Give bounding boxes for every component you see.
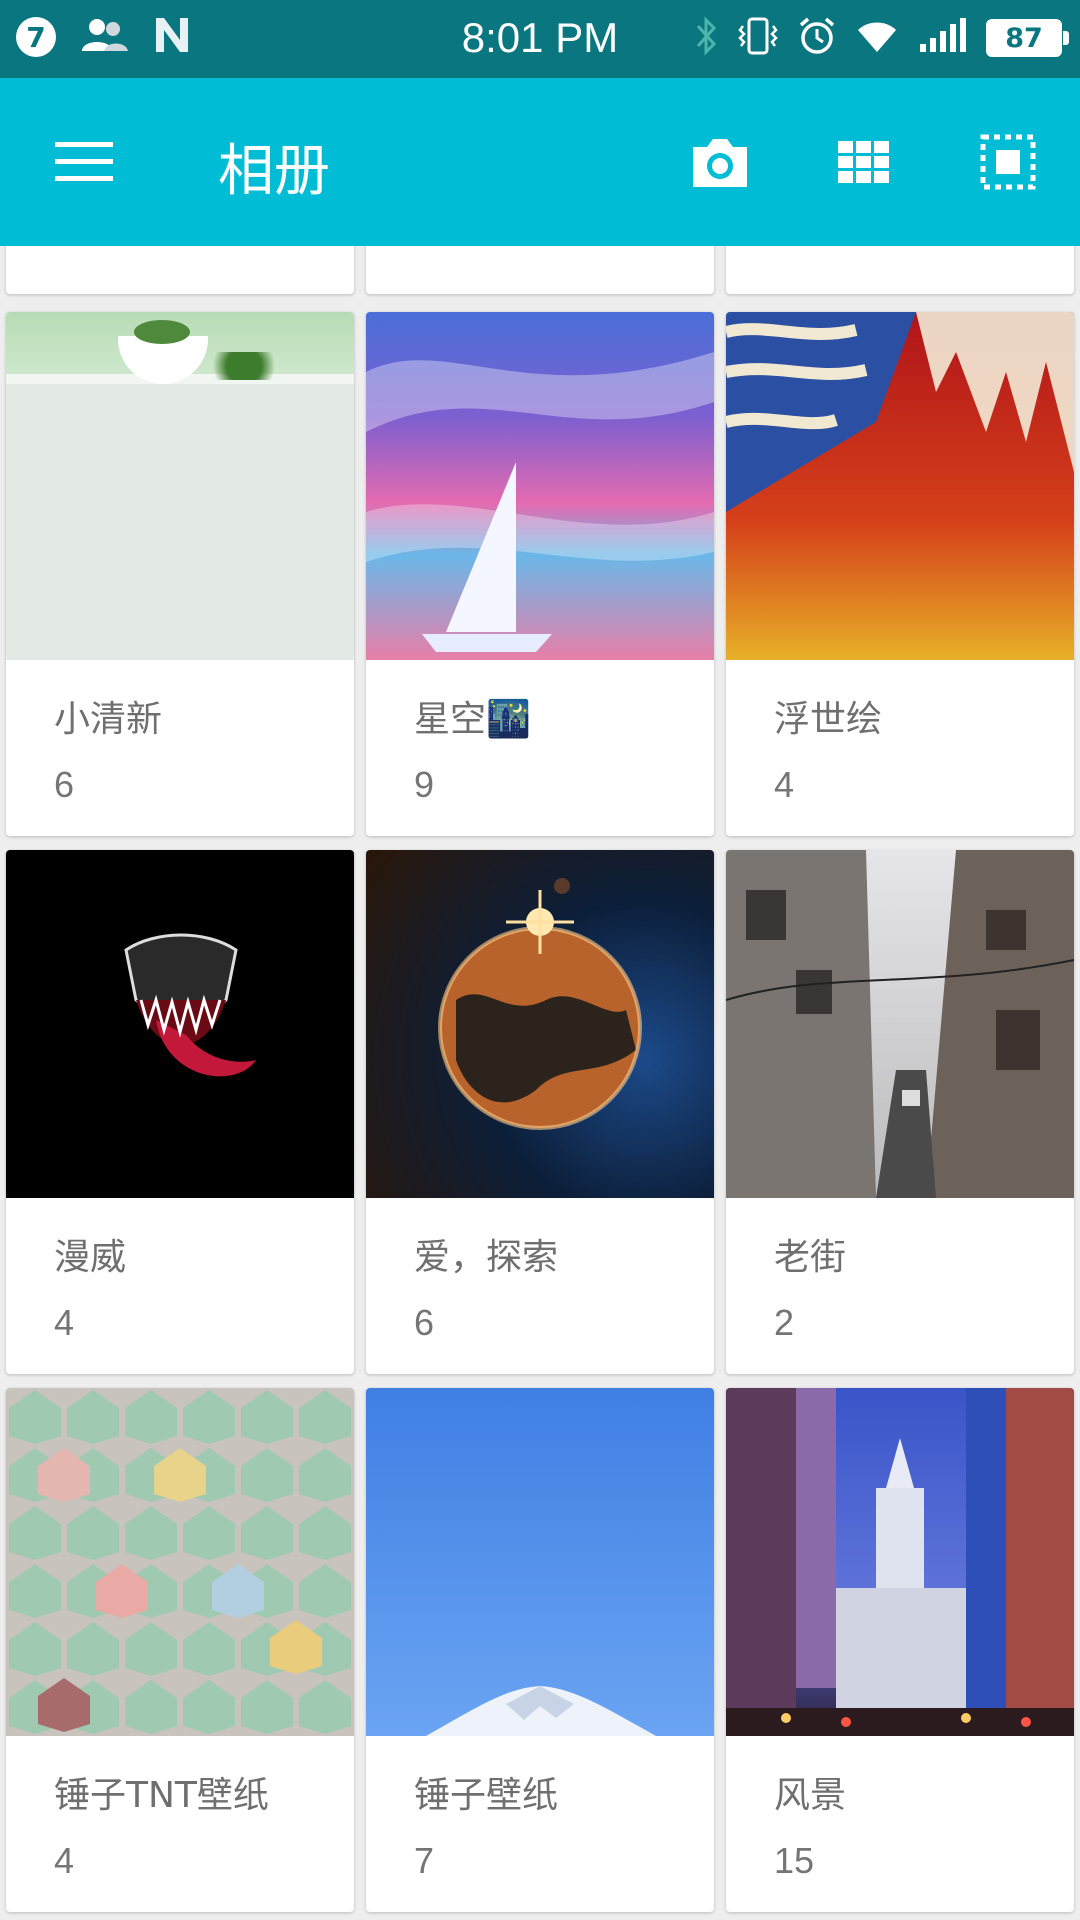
album-grid: 1 9 138 小清新 6 星空🌃 9 [0, 246, 1080, 1920]
album-card-partial[interactable]: 9 [366, 246, 714, 294]
album-card-partial[interactable]: 138 [726, 246, 1074, 294]
album-thumbnail [726, 850, 1074, 1198]
hamburger-menu-icon[interactable] [44, 122, 124, 202]
album-name: 风景 [774, 1775, 847, 1816]
album-count: 7 [414, 1840, 435, 1881]
album-count: 4 [774, 764, 795, 805]
album-count: 6 [414, 1302, 435, 1343]
grid-view-icon[interactable] [824, 122, 904, 202]
status-bar: 7 8:01 PM 87 [0, 0, 1080, 78]
album-thumbnail [726, 312, 1074, 660]
album-card[interactable]: 风景 15 [726, 1388, 1074, 1912]
album-card-partial[interactable]: 1 [6, 246, 354, 294]
album-thumbnail [366, 1388, 714, 1736]
album-name: 星空🌃 [414, 699, 531, 740]
album-name: 锤子TNT壁纸 [54, 1775, 269, 1816]
album-card[interactable]: 浮世绘 4 [726, 312, 1074, 836]
album-card[interactable]: 老街 2 [726, 850, 1074, 1374]
album-thumbnail [6, 850, 354, 1198]
album-name: 老街 [774, 1237, 847, 1278]
app-bar: 相册 [0, 78, 1080, 246]
album-thumbnail [6, 312, 354, 660]
signal-icon [918, 18, 966, 58]
wifi-icon [856, 18, 898, 58]
album-count: 4 [54, 1302, 75, 1343]
album-thumbnail [366, 850, 714, 1198]
vibrate-icon [738, 16, 778, 60]
album-count: 4 [54, 1840, 75, 1881]
album-name: 爱，探索 [414, 1237, 559, 1278]
select-all-icon[interactable] [968, 122, 1048, 202]
album-count: 6 [54, 764, 75, 805]
album-name: 小清新 [54, 699, 163, 740]
page-title: 相册 [218, 139, 330, 204]
album-name: 锤子壁纸 [414, 1775, 559, 1816]
battery-indicator: 87 [986, 19, 1069, 57]
album-name: 浮世绘 [774, 699, 883, 740]
album-card[interactable]: 爱，探索 6 [366, 850, 714, 1374]
alarm-icon [798, 16, 836, 60]
camera-icon[interactable] [680, 122, 760, 202]
album-card[interactable]: 星空🌃 9 [366, 312, 714, 836]
album-thumbnail [366, 312, 714, 660]
album-card[interactable]: 漫威 4 [6, 850, 354, 1374]
album-card[interactable]: 锤子TNT壁纸 4 [6, 1388, 354, 1912]
album-thumbnail [726, 1388, 1074, 1736]
album-card[interactable]: 锤子壁纸 7 [366, 1388, 714, 1912]
album-count: 2 [774, 1302, 795, 1343]
album-card[interactable]: 小清新 6 [6, 312, 354, 836]
bluetooth-icon [694, 16, 718, 60]
album-count: 15 [774, 1840, 815, 1881]
album-thumbnail [6, 1388, 354, 1736]
album-name: 漫威 [54, 1237, 127, 1278]
album-count: 9 [414, 764, 435, 805]
